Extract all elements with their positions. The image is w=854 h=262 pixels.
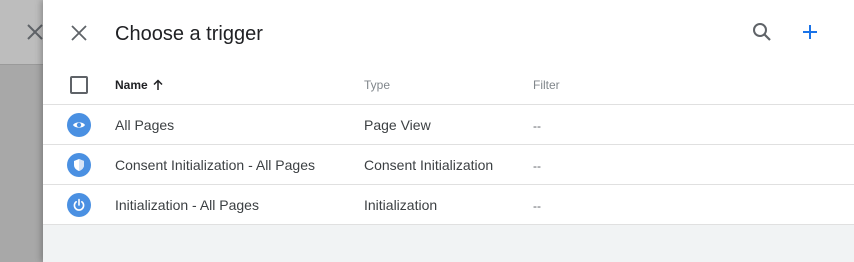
select-all-checkbox[interactable] — [70, 76, 88, 94]
power-icon — [67, 193, 91, 217]
trigger-name: All Pages — [115, 117, 175, 133]
column-header-filter[interactable]: Filter — [533, 77, 560, 93]
close-button[interactable] — [66, 20, 92, 46]
column-header-type[interactable]: Type — [364, 77, 390, 93]
shield-icon — [67, 153, 91, 177]
trigger-filter: -- — [533, 119, 541, 133]
plus-icon — [803, 25, 817, 39]
trigger-type: Initialization — [364, 197, 438, 213]
trigger-type: Page View — [364, 117, 431, 133]
trigger-picker-panel: Choose a trigger Name Type Filter All Pa… — [43, 0, 854, 262]
table-row[interactable]: Initialization - All Pages Initializatio… — [43, 185, 854, 225]
eye-icon — [67, 113, 91, 137]
table-header: Name Type Filter — [43, 64, 854, 105]
panel-header: Choose a trigger — [43, 0, 854, 64]
trigger-name: Consent Initialization - All Pages — [115, 157, 315, 173]
table-row[interactable]: Consent Initialization - All Pages Conse… — [43, 145, 854, 185]
page-title: Choose a trigger — [115, 23, 263, 45]
trigger-table: Name Type Filter All Pages Page View -- — [43, 64, 854, 225]
column-header-name-label: Name — [115, 78, 148, 92]
table-row[interactable]: All Pages Page View -- — [43, 105, 854, 145]
underlying-close-icon — [26, 22, 44, 42]
trigger-filter: -- — [533, 159, 541, 173]
add-trigger-button[interactable] — [796, 18, 824, 46]
trigger-name: Initialization - All Pages — [115, 197, 259, 213]
sort-arrow-up-icon — [152, 79, 164, 95]
search-button[interactable] — [748, 18, 776, 46]
trigger-filter: -- — [533, 199, 541, 213]
close-icon — [71, 25, 87, 41]
search-icon — [753, 23, 771, 41]
trigger-type: Consent Initialization — [364, 157, 494, 173]
column-header-name[interactable]: Name — [115, 77, 164, 95]
